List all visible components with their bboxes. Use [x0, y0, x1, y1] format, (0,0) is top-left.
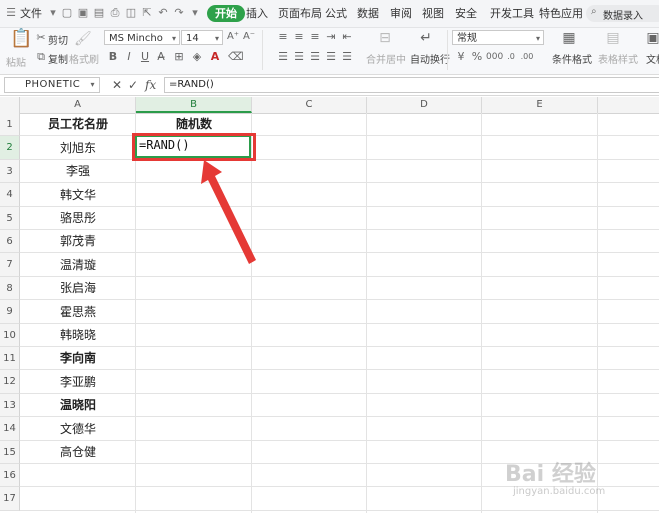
annotation-arrow: [201, 160, 256, 264]
